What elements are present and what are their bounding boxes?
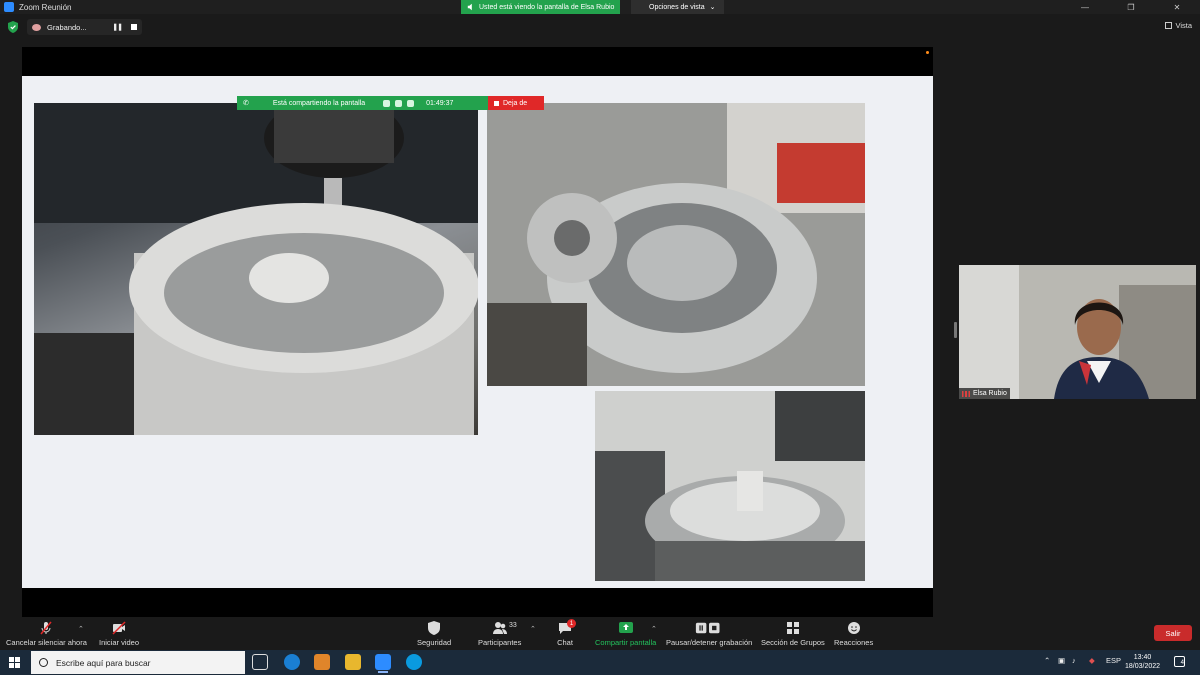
- viewing-share-banner: Usted está viendo la pantalla de Elsa Ru…: [461, 0, 621, 14]
- start-video-label: Iniciar video: [99, 638, 140, 647]
- viewing-share-text: Usted está viendo la pantalla de Elsa Ru…: [479, 3, 615, 11]
- tray-overflow-icon[interactable]: ⌃: [1044, 656, 1050, 665]
- mute-options-caret[interactable]: ⌃: [78, 625, 84, 633]
- sharing-timer: 01:49:37: [426, 99, 454, 107]
- audio-icon: [383, 99, 391, 107]
- cloud-icon: [395, 99, 403, 107]
- security-button[interactable]: Seguridad: [417, 620, 451, 647]
- participants-icon: [492, 622, 507, 634]
- pause-stop-recording-label: Pausar/detener grabación: [666, 638, 753, 647]
- recording-indicator: Grabando... ❚❚: [27, 19, 142, 35]
- zoom-taskbar-icon[interactable]: [375, 654, 391, 673]
- pause-stop-icon: [696, 622, 720, 634]
- security-icon: [428, 621, 441, 635]
- edge-browser-icon[interactable]: [284, 654, 300, 670]
- view-button-label: Vista: [1175, 21, 1192, 30]
- stop-recording-icon[interactable]: [131, 24, 137, 30]
- video-off-icon: [112, 621, 126, 635]
- chat-label: Chat: [557, 638, 573, 647]
- close-button[interactable]: ✕: [1154, 0, 1200, 14]
- file-explorer-icon[interactable]: [345, 654, 361, 670]
- notifications-count: 4: [1180, 660, 1184, 666]
- cloud-recording-icon: [32, 23, 41, 31]
- maximize-button[interactable]: ❐: [1108, 0, 1154, 14]
- reactions-icon: [847, 622, 860, 634]
- pause-stop-recording-button[interactable]: Pausar/detener grabación: [666, 620, 752, 647]
- participants-count: 33: [509, 622, 517, 629]
- share-screen-button[interactable]: Compartir pantalla: [595, 620, 656, 647]
- reactions-label: Reacciones: [834, 638, 874, 647]
- chevron-down-icon: ⌄: [709, 4, 716, 11]
- breakout-rooms-label: Sección de Grupos: [761, 638, 825, 647]
- taskbar-time: 13:40: [1133, 654, 1152, 661]
- volume-icon[interactable]: ♪: [1072, 656, 1076, 665]
- thumbnail-resize-handle[interactable]: [954, 322, 957, 338]
- view-button[interactable]: Vista: [1165, 21, 1192, 30]
- window-title: Zoom Reunión: [19, 2, 72, 12]
- microphone-muted-icon: [40, 621, 53, 635]
- zoom-app-icon: [4, 2, 14, 12]
- mute-button[interactable]: Cancelar silenciar ahora: [6, 620, 87, 647]
- antivirus-icon[interactable]: ◆: [1089, 656, 1095, 665]
- participant-name: Elsa Rubio: [973, 390, 1007, 397]
- windows-start-icon[interactable]: [9, 657, 20, 668]
- media-player-icon[interactable]: [314, 654, 330, 670]
- mute-label: Cancelar silenciar ahora: [6, 638, 87, 647]
- breakout-rooms-icon: [786, 622, 799, 634]
- stop-share-label: Deja de: [503, 99, 528, 107]
- participant-video[interactable]: [959, 265, 1196, 399]
- stop-icon: [494, 100, 499, 106]
- language-indicator[interactable]: ESP: [1106, 656, 1121, 665]
- notifications-icon[interactable]: 4: [1174, 656, 1185, 667]
- phone-icon: ✆: [243, 100, 249, 107]
- sharing-status[interactable]: ✆ Está compartiendo la pantalla 01:49:37: [237, 96, 488, 110]
- participants-options-caret[interactable]: ⌃: [530, 625, 536, 633]
- view-options-button[interactable]: Opciones de vista ⌄: [631, 0, 724, 14]
- chat-unread-badge: 1: [567, 619, 576, 628]
- search-icon: [39, 658, 48, 667]
- network-icon[interactable]: ▣: [1058, 656, 1065, 665]
- speaker-icon: [467, 3, 472, 11]
- security-shield-icon[interactable]: [8, 21, 18, 33]
- participant-name-tag: Elsa Rubio: [959, 388, 1010, 399]
- taskbar-date: 18/03/2022: [1125, 663, 1161, 670]
- taskbar-search-placeholder: Escribe aquí para buscar: [56, 657, 151, 668]
- breakout-rooms-button[interactable]: Sección de Grupos: [761, 620, 825, 647]
- activity-dot: [926, 51, 929, 54]
- sharing-control-bar: ✆ Está compartiendo la pantalla 01:49:37…: [237, 96, 544, 110]
- shield-icon: [407, 99, 415, 107]
- security-label: Seguridad: [417, 638, 452, 647]
- sharing-status-label: Está compartiendo la pantalla: [272, 99, 366, 107]
- share-screen-label: Compartir pantalla: [595, 638, 657, 647]
- meeting-top-strip: [0, 14, 1200, 40]
- recording-label: Grabando...: [47, 22, 87, 32]
- taskbar-clock[interactable]: 13:40 18/03/2022: [1125, 653, 1160, 671]
- window-controls: — ❐ ✕: [1062, 0, 1200, 14]
- view-options-label: Opciones de vista: [649, 3, 705, 11]
- machined-part-photo-small: [595, 391, 865, 581]
- grid-view-icon: [1165, 22, 1173, 29]
- machined-part-photo-assembled: [487, 103, 865, 386]
- minimize-button[interactable]: —: [1062, 0, 1108, 14]
- leave-button[interactable]: Salir: [1154, 625, 1192, 641]
- skype-icon[interactable]: [406, 654, 422, 670]
- taskbar-search-box[interactable]: Escribe aquí para buscar: [31, 651, 245, 674]
- start-video-button[interactable]: Iniciar video: [99, 620, 139, 647]
- pause-recording-icon[interactable]: ❚❚: [112, 23, 123, 31]
- share-screen-icon: [618, 622, 633, 633]
- connection-bars-icon: [962, 390, 970, 397]
- reactions-button[interactable]: Reacciones: [834, 620, 873, 647]
- stop-share-button[interactable]: Deja de: [488, 96, 544, 110]
- machined-part-photo-main: [34, 103, 478, 435]
- task-view-icon[interactable]: [252, 654, 268, 670]
- participants-label: Participantes: [478, 638, 522, 647]
- share-options-caret[interactable]: ⌃: [651, 625, 657, 633]
